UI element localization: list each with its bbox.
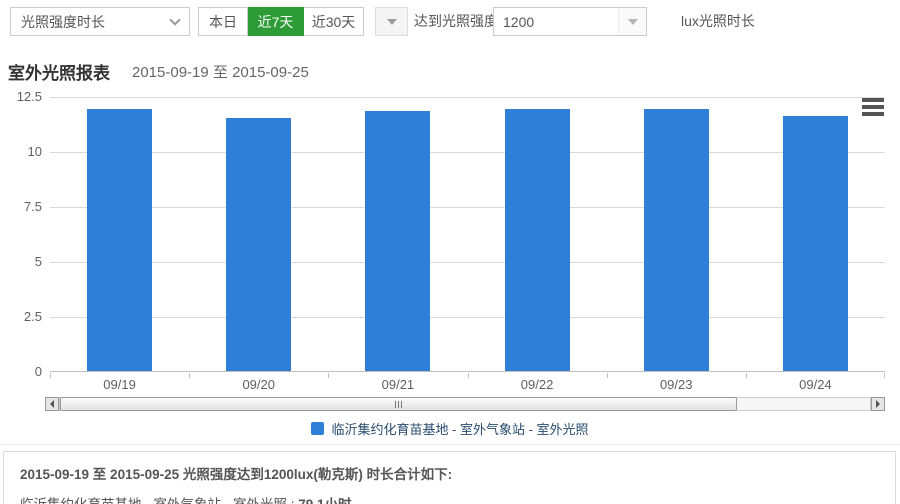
x-axis-tick (884, 373, 885, 378)
scrollbar-right-button[interactable] (871, 397, 885, 411)
x-axis-label: 09/20 (189, 377, 328, 392)
unit-label: lux光照时长 (681, 7, 755, 36)
summary-separator: : (287, 497, 298, 504)
x-axis-tick (328, 373, 329, 378)
x-axis-tick (607, 373, 608, 378)
x-axis-label: 09/21 (328, 377, 467, 392)
hamburger-menu-icon[interactable] (862, 98, 884, 116)
gridline (50, 152, 885, 153)
summary-detail: 临沂集约化育苗基地 - 室外气象站 - 室外光照 : 79.1小时 (20, 493, 879, 504)
report-title: 室外光照报表 (8, 59, 110, 84)
gridline (50, 97, 885, 98)
chart-area: 09/1909/2009/2109/2209/2309/24 0 2.5 5 7.5 1… (0, 88, 900, 444)
legend-label: 临沂集约化育苗基地 - 室外气象站 - 室外光照 (331, 419, 588, 438)
range-more-button[interactable] (375, 7, 408, 36)
range-button-7days[interactable]: 近7天 (248, 7, 304, 36)
x-axis-label: 09/22 (468, 377, 607, 392)
y-axis-label: 10 (0, 143, 42, 161)
bar-09/21[interactable] (365, 111, 430, 371)
page: 光照强度时长 本日 近7天 近30天 达到光照强度 1200 lux光照时长 室… (0, 0, 900, 504)
intensity-combobox[interactable]: 1200 (493, 7, 647, 36)
intensity-value: 1200 (494, 14, 618, 30)
plot-area: 09/1909/2009/2109/2209/2309/24 (50, 97, 885, 372)
summary-box: 2015-09-19 至 2015-09-25 光照强度达到1200lux(勒克… (3, 451, 896, 504)
scrollbar-thumb[interactable] (60, 397, 737, 411)
bar-09/19[interactable] (87, 109, 152, 371)
legend-item[interactable]: 临沂集约化育苗基地 - 室外气象站 - 室外光照 (0, 419, 900, 438)
gridline (50, 317, 885, 318)
x-axis-label: 09/19 (50, 377, 189, 392)
x-axis-label: 09/23 (607, 377, 746, 392)
y-axis-label: 5 (0, 253, 42, 271)
bar-09/23[interactable] (644, 109, 709, 371)
caret-down-icon (387, 19, 397, 25)
x-axis-tick (189, 373, 190, 378)
x-axis-tick (468, 373, 469, 378)
legend-swatch (311, 422, 324, 435)
report-date-range: 2015-09-19 至 2015-09-25 (132, 61, 309, 82)
section-divider (0, 444, 900, 445)
arrow-left-icon (50, 400, 54, 408)
metric-select-value: 光照强度时长 (21, 12, 105, 32)
x-axis-label: 09/24 (746, 377, 885, 392)
caret-down-icon (628, 19, 638, 25)
chevron-down-icon (169, 14, 180, 25)
summary-series-label: 临沂集约化育苗基地 - 室外气象站 - 室外光照 (20, 497, 287, 504)
bar-09/22[interactable] (505, 109, 570, 371)
intensity-dropdown-button[interactable] (618, 8, 646, 35)
bar-09/24[interactable] (783, 116, 848, 371)
summary-headline: 2015-09-19 至 2015-09-25 光照强度达到1200lux(勒克… (20, 463, 879, 483)
x-axis-tick (50, 373, 51, 378)
y-axis-label: 0 (0, 363, 42, 381)
y-axis-label: 2.5 (0, 308, 42, 326)
metric-select[interactable]: 光照强度时长 (10, 7, 190, 36)
range-button-today[interactable]: 本日 (198, 7, 248, 36)
gridline (50, 262, 885, 263)
y-axis-label: 12.5 (0, 88, 42, 106)
gridline (50, 207, 885, 208)
y-axis-label: 7.5 (0, 198, 42, 216)
scrollbar-left-button[interactable] (45, 397, 59, 411)
intensity-label: 达到光照强度 (414, 7, 498, 36)
range-button-30days[interactable]: 近30天 (304, 7, 364, 36)
bar-09/20[interactable] (226, 118, 291, 371)
date-range-button-group: 本日 近7天 近30天 (198, 7, 364, 36)
arrow-right-icon (876, 400, 880, 408)
summary-hours-value: 79.1小时 (298, 497, 351, 504)
x-axis-tick (746, 373, 747, 378)
